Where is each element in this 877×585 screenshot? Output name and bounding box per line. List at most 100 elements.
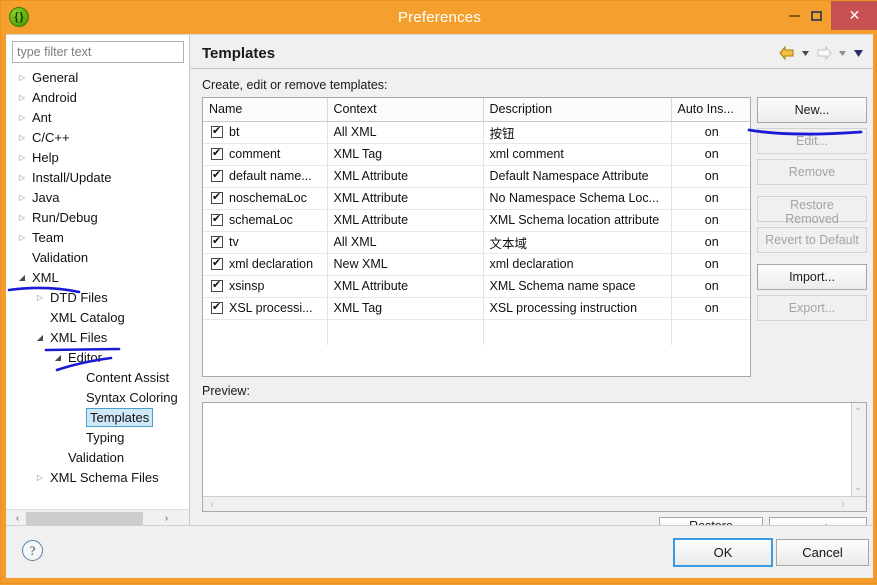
column-header-context[interactable]: Context (327, 98, 484, 122)
maximize-button[interactable] (801, 1, 831, 30)
sidebar-item-c-c[interactable]: ▷ C/C++ (6, 128, 189, 148)
cell-description: 按钮 (483, 121, 672, 144)
chevron-right-icon[interactable]: ▷ (34, 468, 46, 488)
sidebar-item-help[interactable]: ▷ Help (6, 148, 189, 168)
sidebar-item-run-debug[interactable]: ▷ Run/Debug (6, 208, 189, 228)
sidebar-item-xml-catalog[interactable]: XML Catalog (6, 308, 189, 328)
row-checkbox[interactable] (211, 300, 223, 314)
cell-auto-insert: on (671, 253, 750, 276)
scrollbar-thumb[interactable] (26, 512, 143, 525)
sidebar-item-ant[interactable]: ▷ Ant (6, 108, 189, 128)
new-button[interactable]: New... (757, 97, 867, 123)
chevron-right-icon[interactable]: ▷ (16, 128, 28, 148)
row-checkbox[interactable] (211, 168, 223, 182)
sidebar-item-validation[interactable]: Validation (6, 248, 189, 268)
cell-auto-insert: on (671, 121, 750, 144)
table-row[interactable]: XSL processi... XML TagXSL processing ins… (203, 297, 750, 320)
table-row[interactable]: xml declarationNew XMLxml declarationon (203, 253, 750, 276)
sidebar-item-label: XML (32, 270, 59, 285)
column-header-auto-insert[interactable]: Auto Ins... (671, 98, 750, 122)
chevron-right-icon[interactable]: ▷ (16, 108, 28, 128)
revert-to-default-button: Revert to Default (757, 227, 867, 253)
cell-context: XML Tag (327, 143, 484, 166)
back-menu-chevron-down-icon[interactable] (799, 45, 812, 61)
chevron-right-icon[interactable]: ▷ (16, 148, 28, 168)
row-checkbox[interactable] (211, 256, 223, 270)
window-title: Preferences (397, 9, 482, 26)
cell-context: All XML (327, 121, 484, 144)
sidebar-item-java[interactable]: ▷ Java (6, 188, 189, 208)
table-row[interactable]: tv All XML文本域on (203, 231, 750, 254)
scroll-up-icon[interactable]: ⌃ (851, 405, 865, 419)
sidebar-item-dtd-files[interactable]: ▷ DTD Files (6, 288, 189, 308)
dialog-footer: ? OK Cancel (6, 525, 873, 578)
sidebar-item-editor[interactable]: ◢ Editor (6, 348, 189, 368)
tree-horizontal-scrollbar[interactable]: ‹ › (6, 509, 189, 526)
table-row[interactable]: default name... XML AttributeDefault Name… (203, 165, 750, 188)
cell-auto-insert: on (671, 297, 750, 320)
sidebar-item-typing[interactable]: Typing (6, 428, 189, 448)
search-input[interactable] (12, 41, 184, 63)
column-header-description[interactable]: Description (483, 98, 672, 122)
forward-menu-chevron-down-icon[interactable] (836, 45, 849, 61)
sidebar-item-validation[interactable]: Validation (6, 448, 189, 468)
chevron-right-icon[interactable]: ▷ (16, 208, 28, 228)
sidebar-item-syntax-coloring[interactable]: Syntax Coloring (6, 388, 189, 408)
table-row[interactable]: schemaLoc XML AttributeXML Schema locatio… (203, 209, 750, 232)
chevron-right-icon[interactable]: ▷ (16, 188, 28, 208)
back-arrow-icon[interactable] (778, 45, 796, 61)
row-checkbox[interactable] (211, 212, 223, 226)
table-row[interactable]: bt All XML按钮on (203, 121, 750, 144)
chevron-down-icon[interactable]: ◢ (34, 328, 46, 348)
cell-description: xml declaration (483, 253, 672, 276)
sidebar-item-xml-schema-files[interactable]: ▷ XML Schema Files (6, 468, 189, 488)
templates-table-container[interactable]: Name Context Description Auto Ins... bt A… (202, 97, 751, 377)
chevron-right-icon[interactable]: ▷ (16, 168, 28, 188)
scroll-left-icon[interactable]: ‹ (205, 497, 219, 511)
sidebar-item-label: Team (32, 230, 64, 245)
preferences-window: {} Preferences ✕ ▷ General ▷ Android ▷ Ant ▷ C/… (0, 0, 877, 584)
preferences-tree[interactable]: ▷ General ▷ Android ▷ Ant ▷ C/C++ ▷ Help ▷ Install/… (6, 68, 189, 526)
table-row[interactable]: noschemaLoc XML AttributeNo Namespace Sch… (203, 187, 750, 210)
sidebar-item-general[interactable]: ▷ General (6, 68, 189, 88)
row-checkbox[interactable] (211, 146, 223, 160)
table-row[interactable]: xsinsp XML AttributeXML Schema name space… (203, 275, 750, 298)
table-header: Name Context Description Auto Ins... (203, 98, 750, 122)
sidebar-item-team[interactable]: ▷ Team (6, 228, 189, 248)
sidebar-item-android[interactable]: ▷ Android (6, 88, 189, 108)
row-checkbox[interactable] (211, 234, 223, 248)
chevron-right-icon[interactable]: ▷ (34, 288, 46, 308)
cell-auto-insert: on (671, 209, 750, 232)
ok-button[interactable]: OK (673, 538, 773, 567)
chevron-down-icon[interactable]: ◢ (16, 268, 28, 288)
cell-context: New XML (327, 253, 484, 276)
sidebar-item-install-update[interactable]: ▷ Install/Update (6, 168, 189, 188)
help-icon[interactable]: ? (22, 540, 43, 561)
sidebar-item-label: Run/Debug (32, 210, 98, 225)
import-button[interactable]: Import... (757, 264, 867, 290)
chevron-right-icon[interactable]: ▷ (16, 88, 28, 108)
close-button[interactable]: ✕ (831, 1, 877, 30)
chevron-right-icon[interactable]: ▷ (16, 68, 28, 88)
more-chevron-down-icon[interactable] (852, 45, 865, 61)
cell-context: XML Tag (327, 297, 484, 320)
cell-empty (671, 319, 750, 345)
row-checkbox[interactable] (211, 278, 223, 292)
sidebar-item-content-assist[interactable]: Content Assist (6, 368, 189, 388)
row-checkbox[interactable] (211, 124, 223, 138)
cell-auto-insert: on (671, 143, 750, 166)
chevron-right-icon[interactable]: ▷ (16, 228, 28, 248)
sidebar-item-xml[interactable]: ◢ XML (6, 268, 189, 288)
sidebar-item-xml-files[interactable]: ◢ XML Files (6, 328, 189, 348)
sidebar-item-templates[interactable]: Templates (6, 408, 189, 428)
scroll-down-icon[interactable]: ⌄ (851, 480, 865, 494)
table-row[interactable]: comment XML Tagxml commenton (203, 143, 750, 166)
preview-vertical-scrollbar[interactable]: ⌃ ⌄ (851, 403, 866, 496)
scroll-right-icon[interactable]: › (836, 497, 850, 511)
column-header-name[interactable]: Name (203, 98, 328, 122)
chevron-down-icon[interactable]: ◢ (52, 348, 64, 368)
preview-horizontal-scrollbar[interactable]: ‹ › (203, 496, 866, 511)
cancel-button[interactable]: Cancel (776, 539, 869, 566)
preview-text-area[interactable] (203, 403, 851, 496)
row-checkbox[interactable] (211, 190, 223, 204)
